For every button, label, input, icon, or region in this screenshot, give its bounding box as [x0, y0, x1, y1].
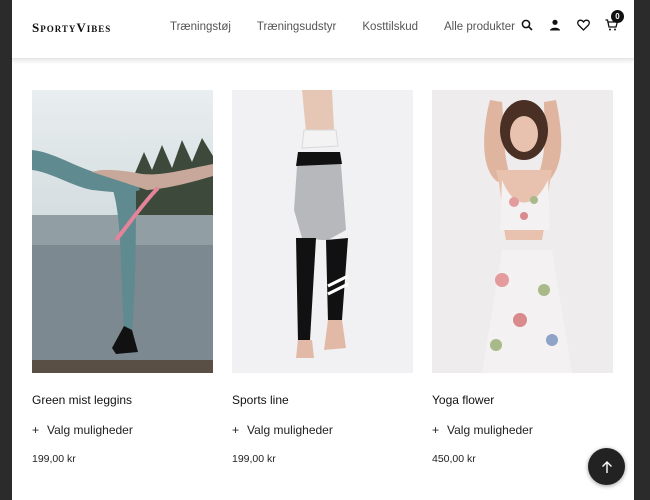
product-price: 199,00 kr	[32, 453, 76, 465]
plus-icon: +	[32, 423, 40, 437]
cart-count-badge: 0	[611, 10, 624, 23]
nav-item-alle-produkter[interactable]: Alle produkter	[444, 21, 515, 33]
nav-item-kosttilskud[interactable]: Kosttilskud	[362, 21, 418, 33]
product-card[interactable]: Green mist leggins + Valg muligheder 199,…	[32, 90, 214, 465]
product-title[interactable]: Yoga flower	[432, 393, 614, 407]
product-options-label: Valg muligheder	[447, 423, 533, 437]
product-options-link[interactable]: + Valg muligheder	[432, 423, 614, 437]
nav-item-traeningsudstyr[interactable]: Træningsudstyr	[257, 21, 336, 33]
product-card[interactable]: Sports line + Valg muligheder 199,00 kr	[232, 90, 414, 465]
page: SportyVibes Træningstøj Træningsudstyr K…	[12, 0, 634, 500]
product-image[interactable]	[432, 90, 613, 373]
nav-item-traeningstoej[interactable]: Træningstøj	[170, 21, 231, 33]
header-icons: 0	[520, 10, 624, 32]
product-title[interactable]: Sports line	[232, 393, 414, 407]
product-title[interactable]: Green mist leggins	[32, 393, 214, 407]
product-options-label: Valg muligheder	[47, 423, 133, 437]
logo[interactable]: SportyVibes	[32, 20, 111, 36]
main-nav: Træningstøj Træningsudstyr Kosttilskud A…	[170, 21, 541, 33]
product-price: 199,00 kr	[232, 453, 276, 465]
plus-icon: +	[432, 423, 440, 437]
product-image[interactable]	[232, 90, 413, 373]
plus-icon: +	[232, 423, 240, 437]
arrow-up-icon	[601, 460, 612, 473]
product-options-link[interactable]: + Valg muligheder	[232, 423, 414, 437]
product-card[interactable]: Yoga flower + Valg muligheder 450,00 kr	[432, 90, 614, 465]
product-options-label: Valg muligheder	[247, 423, 333, 437]
cart-icon[interactable]: 0	[604, 10, 624, 32]
scroll-to-top-button[interactable]	[588, 448, 625, 485]
search-icon[interactable]	[520, 18, 534, 32]
product-price: 450,00 kr	[432, 453, 476, 465]
product-options-link[interactable]: + Valg muligheder	[32, 423, 214, 437]
heart-icon[interactable]	[576, 18, 590, 32]
site-header: SportyVibes Træningstøj Træningsudstyr K…	[12, 0, 634, 59]
product-image[interactable]	[32, 90, 213, 373]
user-icon[interactable]	[548, 18, 562, 32]
